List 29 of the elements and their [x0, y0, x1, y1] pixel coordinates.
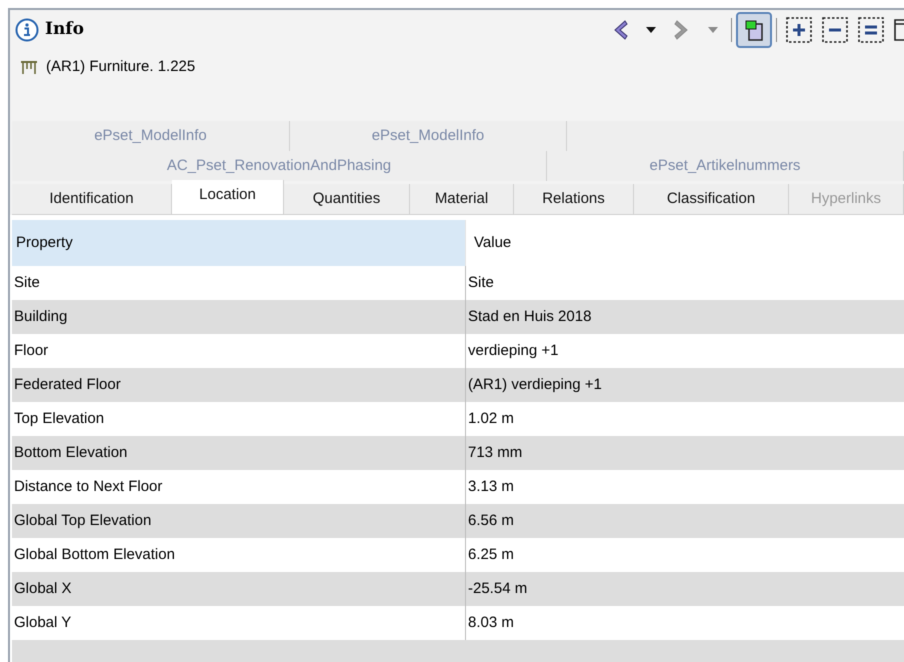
- expand-all-icon[interactable]: [786, 17, 812, 43]
- tab[interactable]: Identification: [12, 184, 172, 214]
- table-cell-text: Bottom Elevation: [13, 442, 128, 463]
- tab[interactable]: Classification: [634, 184, 789, 214]
- panel-title: Info: [45, 18, 84, 42]
- table-icon: [20, 59, 38, 75]
- table-cell-text: Top Elevation: [13, 408, 106, 429]
- tab[interactable]: Quantities: [284, 184, 410, 214]
- toggle-button[interactable]: [736, 12, 772, 48]
- table-cell-text: Site: [13, 272, 41, 293]
- column-header[interactable]: Property: [12, 220, 465, 266]
- table-cell-text: Global Y: [13, 612, 72, 633]
- info-icon: [15, 18, 39, 42]
- list-icon[interactable]: [858, 17, 884, 43]
- table-cell-text: Building: [13, 306, 68, 327]
- layers-icon: [743, 18, 765, 42]
- table-cell-text: Global Bottom Elevation: [13, 544, 176, 565]
- table-cell-text: Federated Floor: [13, 374, 122, 395]
- table-cell-text: Global Top Elevation: [13, 510, 152, 531]
- tab[interactable]: Relations: [514, 184, 634, 214]
- table-cell-text: Global X: [13, 578, 73, 599]
- tab[interactable]: Material: [410, 184, 514, 214]
- tab[interactable]: Location: [172, 180, 284, 214]
- object-name: (AR1) Furniture. 1.225: [46, 56, 196, 77]
- collapse-all-icon[interactable]: [822, 17, 848, 43]
- window-icon[interactable]: [894, 18, 904, 42]
- table-cell-text: Distance to Next Floor: [13, 476, 164, 497]
- table-cell-text: Floor: [13, 340, 50, 361]
- caret-icon[interactable]: [645, 26, 657, 34]
